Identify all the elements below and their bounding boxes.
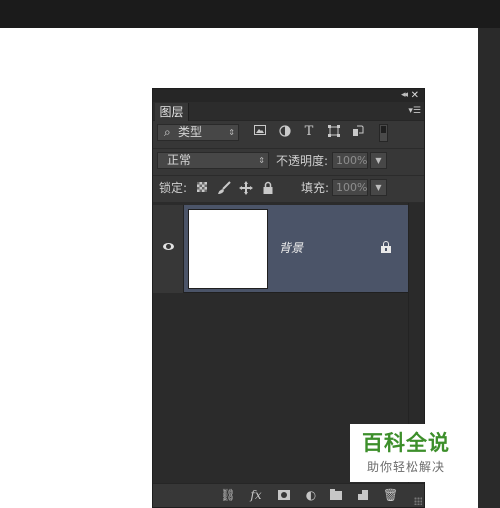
filter-toggle-switch[interactable] bbox=[379, 124, 388, 142]
image-filter-icon[interactable] bbox=[253, 125, 267, 139]
blend-mode-dropdown[interactable]: 正常 ⇕ bbox=[157, 152, 269, 169]
opacity-dropdown-button[interactable]: ▼ bbox=[370, 152, 387, 169]
resize-grip-icon[interactable] bbox=[414, 497, 422, 505]
layers-bottom-toolbar: ⛓ fx ◐ 🗑 bbox=[153, 483, 424, 507]
opacity-input[interactable]: 100% bbox=[332, 152, 368, 169]
fill-input[interactable]: 100% bbox=[332, 179, 368, 196]
lock-all-icon[interactable] bbox=[261, 181, 275, 195]
search-icon: ⌕ bbox=[164, 125, 171, 139]
layer-row[interactable]: 背景 bbox=[153, 205, 409, 293]
filter-row: ⌕ 类型 ⇕ T bbox=[153, 121, 424, 149]
fill-label: 填充: bbox=[301, 181, 330, 195]
lock-icon bbox=[381, 241, 391, 253]
layer-thumbnail bbox=[188, 209, 268, 289]
shape-filter-icon[interactable] bbox=[327, 125, 341, 139]
add-mask-icon[interactable] bbox=[277, 488, 291, 502]
visibility-toggle[interactable] bbox=[153, 205, 184, 293]
close-icon[interactable]: ✕ bbox=[411, 89, 419, 102]
lock-image-pixels-brush-icon[interactable] bbox=[217, 181, 231, 195]
blend-mode-value: 正常 bbox=[167, 153, 192, 167]
dropdown-arrow-icon: ⇕ bbox=[228, 128, 235, 137]
lock-transparent-pixels-icon[interactable] bbox=[197, 181, 211, 195]
filter-kind-value: 类型 bbox=[178, 125, 203, 139]
adjustment-filter-icon[interactable] bbox=[278, 125, 292, 139]
lock-position-move-icon[interactable] bbox=[239, 181, 253, 195]
eye-icon bbox=[163, 243, 174, 250]
panel-title-bar[interactable]: ◂◂ ✕ bbox=[153, 89, 424, 102]
opacity-label: 不透明度: bbox=[276, 154, 329, 168]
filter-kind-dropdown[interactable]: ⌕ 类型 ⇕ bbox=[157, 124, 239, 141]
dropdown-arrow-icon: ⇕ bbox=[258, 156, 265, 165]
blend-row: 正常 ⇕ 不透明度: 100% ▼ bbox=[153, 149, 424, 176]
collapse-panel-icon[interactable]: ◂◂ bbox=[401, 89, 408, 102]
link-layers-icon[interactable]: ⛓ bbox=[220, 488, 236, 502]
new-group-folder-icon[interactable] bbox=[329, 488, 343, 502]
watermark-subtitle: 助你轻松解决 bbox=[366, 460, 445, 474]
panel-tab-bar: 图层 ▾☰ bbox=[153, 102, 424, 121]
new-layer-icon[interactable] bbox=[356, 488, 370, 502]
type-filter-icon[interactable]: T bbox=[302, 125, 316, 139]
smart-object-filter-icon[interactable] bbox=[351, 125, 365, 139]
trash-icon[interactable]: 🗑 bbox=[383, 488, 398, 502]
fill-dropdown-button[interactable]: ▼ bbox=[370, 179, 387, 196]
lock-label: 锁定: bbox=[159, 181, 188, 195]
watermark-title: 百科全说 bbox=[362, 431, 450, 455]
layer-name[interactable]: 背景 bbox=[279, 240, 303, 256]
watermark-logo: 百科全说 助你轻松解决 bbox=[350, 424, 462, 482]
panel-menu-icon[interactable]: ▾☰ bbox=[408, 105, 421, 117]
lock-row: 锁定: 填充: 100% ▼ bbox=[153, 176, 424, 203]
adjustment-layer-icon[interactable]: ◐ bbox=[304, 488, 318, 502]
fx-icon[interactable]: fx bbox=[248, 488, 264, 502]
tab-layers[interactable]: 图层 bbox=[155, 103, 189, 121]
canvas-pasteboard bbox=[478, 28, 500, 508]
